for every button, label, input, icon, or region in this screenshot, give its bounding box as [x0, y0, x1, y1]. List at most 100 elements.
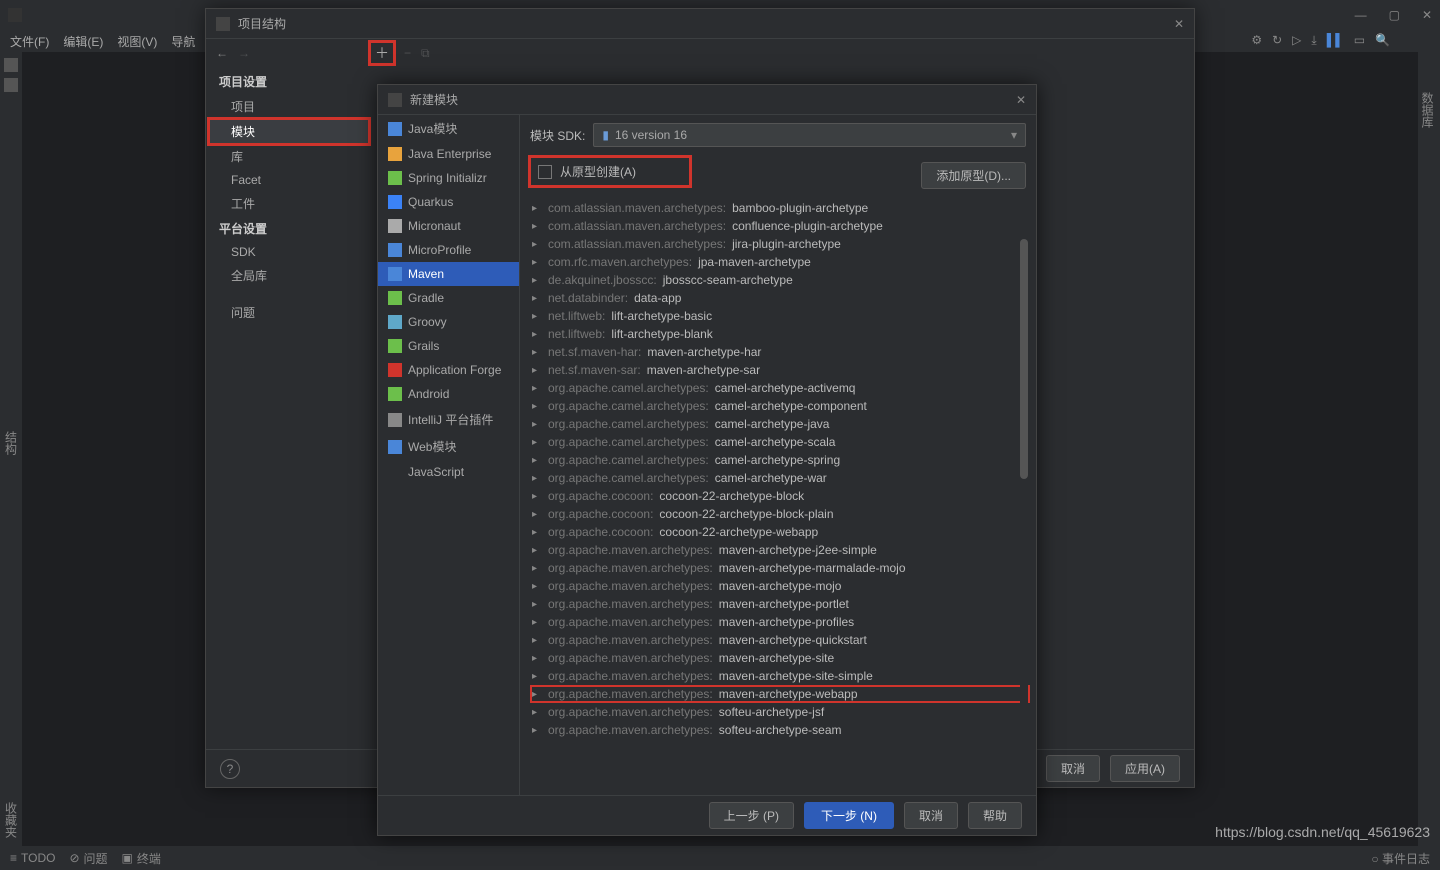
archetype-item[interactable]: ▸org.apache.camel.archetypes:camel-arche… [530, 415, 1030, 433]
archetype-item[interactable]: ▸org.apache.maven.archetypes:maven-arche… [530, 613, 1030, 631]
proj-icon[interactable]: ▌▌ [1327, 33, 1344, 48]
sidebar-item[interactable]: 项目 [209, 94, 369, 119]
todo-tab[interactable]: ≡ TODO [10, 851, 55, 865]
run-icon[interactable]: ▷ [1292, 33, 1301, 48]
generator-label: Spring Initializr [408, 171, 487, 185]
step-icon[interactable]: ⤓ [1311, 33, 1316, 48]
generator-item[interactable]: Spring Initializr [378, 166, 519, 190]
archetype-item[interactable]: ▸org.apache.maven.archetypes:maven-arche… [530, 631, 1030, 649]
archetype-item[interactable]: ▸org.apache.camel.archetypes:camel-arche… [530, 433, 1030, 451]
cancel-button[interactable]: 取消 [904, 802, 958, 829]
structure-icon[interactable] [4, 78, 18, 92]
help-icon[interactable]: ? [220, 759, 240, 779]
screen-icon[interactable]: ▭ [1354, 33, 1365, 48]
generator-item[interactable]: Maven [378, 262, 519, 286]
archetype-item[interactable]: ▸net.sf.maven-har:maven-archetype-har [530, 343, 1030, 361]
generator-item[interactable]: Application Forge [378, 358, 519, 382]
archetype-item[interactable]: ▸org.apache.camel.archetypes:camel-arche… [530, 469, 1030, 487]
generator-item[interactable]: Micronaut [378, 214, 519, 238]
menu-item[interactable]: 文件(F) [10, 33, 49, 50]
archetype-item[interactable]: ▸org.apache.maven.archetypes:maven-arche… [530, 577, 1030, 595]
generator-item[interactable]: Grails [378, 334, 519, 358]
archetype-item[interactable]: ▸de.akquinet.jbosscc:jbosscc-seam-archet… [530, 271, 1030, 289]
generator-item[interactable]: Gradle [378, 286, 519, 310]
expand-icon: ▸ [532, 365, 542, 376]
forward-icon[interactable]: → [238, 46, 250, 60]
archetype-item[interactable]: ▸net.sf.maven-sar:maven-archetype-sar [530, 361, 1030, 379]
prev-button[interactable]: 上一步 (P) [709, 802, 794, 829]
archetype-list[interactable]: ▸com.atlassian.maven.archetypes:bamboo-p… [530, 199, 1030, 795]
add-button[interactable]: ＋ [370, 42, 394, 64]
generator-item[interactable]: Android [378, 382, 519, 406]
sidebar-item[interactable]: 工件 [209, 191, 369, 216]
archetype-item[interactable]: ▸com.atlassian.maven.archetypes:bamboo-p… [530, 199, 1030, 217]
problems-tab[interactable]: ⊘ 问题 [69, 850, 107, 867]
archetype-item[interactable]: ▸com.rfc.maven.archetypes:jpa-maven-arch… [530, 253, 1030, 271]
generator-item[interactable]: IntelliJ 平台插件 [378, 406, 519, 433]
menu-item[interactable]: 导航 [171, 33, 195, 50]
apply-button[interactable]: 应用(A) [1110, 755, 1180, 782]
fav-label[interactable]: 收藏夹 [3, 802, 20, 838]
generator-item[interactable]: Web模块 [378, 433, 519, 460]
close-icon[interactable]: ✕ [1016, 93, 1026, 107]
archetype-item[interactable]: ▸org.apache.cocoon:cocoon-22-archetype-b… [530, 505, 1030, 523]
archetype-item[interactable]: ▸org.apache.maven.archetypes:maven-arche… [530, 541, 1030, 559]
generator-item[interactable]: Groovy [378, 310, 519, 334]
generator-item[interactable]: MicroProfile [378, 238, 519, 262]
problems-item[interactable]: 问题 [209, 300, 369, 325]
generator-item[interactable]: Java模块 [378, 115, 519, 142]
archetype-item[interactable]: ▸net.liftweb:lift-archetype-basic [530, 307, 1030, 325]
sync-icon[interactable]: ↻ [1272, 33, 1282, 48]
archetype-item[interactable]: ▸org.apache.cocoon:cocoon-22-archetype-w… [530, 523, 1030, 541]
help-button[interactable]: 帮助 [968, 802, 1022, 829]
menu-item[interactable]: 视图(V) [117, 33, 157, 50]
sidebar-item[interactable]: Facet [209, 169, 369, 191]
archetype-item[interactable]: ▸net.databinder:data-app [530, 289, 1030, 307]
expand-icon: ▸ [532, 401, 542, 412]
close-icon[interactable]: ✕ [1422, 8, 1432, 22]
generator-item[interactable]: Java Enterprise [378, 142, 519, 166]
archetype-item[interactable]: ▸net.liftweb:lift-archetype-blank [530, 325, 1030, 343]
archetype-item[interactable]: ▸org.apache.cocoon:cocoon-22-archetype-b… [530, 487, 1030, 505]
archetype-item[interactable]: ▸org.apache.maven.archetypes:softeu-arch… [530, 721, 1030, 739]
cancel-button[interactable]: 取消 [1046, 755, 1100, 782]
terminal-tab[interactable]: ▣ 终端 [122, 850, 161, 867]
maximize-icon[interactable]: ▢ [1389, 8, 1400, 22]
generator-item[interactable]: Quarkus [378, 190, 519, 214]
archetype-item[interactable]: ▸com.atlassian.maven.archetypes:jira-plu… [530, 235, 1030, 253]
sidebar-item[interactable]: 模块 [209, 119, 369, 144]
next-button[interactable]: 下一步 (N) [804, 802, 894, 829]
archetype-item[interactable]: ▸org.apache.maven.archetypes:maven-arche… [530, 649, 1030, 667]
sidebar-item[interactable]: 全局库 [209, 263, 369, 288]
project-icon[interactable] [4, 58, 18, 72]
expand-icon: ▸ [532, 329, 542, 340]
sidebar-item[interactable]: SDK [209, 241, 369, 263]
add-archetype-button[interactable]: 添加原型(D)... [921, 162, 1026, 189]
sidebar-item[interactable]: 库 [209, 144, 369, 169]
scrollbar-thumb[interactable] [1020, 239, 1028, 479]
archetype-item[interactable]: ▸com.atlassian.maven.archetypes:confluen… [530, 217, 1030, 235]
archetype-id: confluence-plugin-archetype [732, 219, 883, 233]
archetype-item[interactable]: ▸org.apache.camel.archetypes:camel-arche… [530, 397, 1030, 415]
archetype-item[interactable]: ▸org.apache.maven.archetypes:softeu-arch… [530, 703, 1030, 721]
build-icon[interactable]: ⚙ [1251, 33, 1262, 48]
eventlog-tab[interactable]: ○ 事件日志 [1371, 850, 1430, 867]
generator-item[interactable]: JavaScript [378, 460, 519, 484]
sdk-combobox[interactable]: ▮ 16 version 16 ▾ [593, 123, 1026, 147]
remove-button[interactable]: − [404, 46, 411, 60]
structure-label[interactable]: 结构 [3, 431, 20, 455]
archetype-item[interactable]: ▸org.apache.maven.archetypes:maven-arche… [530, 595, 1030, 613]
search-icon[interactable]: 🔍 [1375, 33, 1390, 48]
close-icon[interactable]: ✕ [1174, 17, 1184, 31]
archetype-item[interactable]: ▸org.apache.camel.archetypes:camel-arche… [530, 379, 1030, 397]
db-label[interactable]: 数据库 [1419, 92, 1436, 128]
archetype-item[interactable]: ▸org.apache.camel.archetypes:camel-arche… [530, 451, 1030, 469]
archetype-item[interactable]: ▸org.apache.maven.archetypes:maven-arche… [530, 667, 1030, 685]
minimize-icon[interactable]: — [1355, 8, 1367, 22]
archetype-group: com.atlassian.maven.archetypes: [548, 219, 726, 233]
menu-item[interactable]: 编辑(E) [63, 33, 103, 50]
copy-icon[interactable]: ⧉ [421, 46, 430, 61]
archetype-item[interactable]: ▸org.apache.maven.archetypes:maven-arche… [530, 685, 1030, 703]
back-icon[interactable]: ← [216, 46, 228, 60]
archetype-item[interactable]: ▸org.apache.maven.archetypes:maven-arche… [530, 559, 1030, 577]
